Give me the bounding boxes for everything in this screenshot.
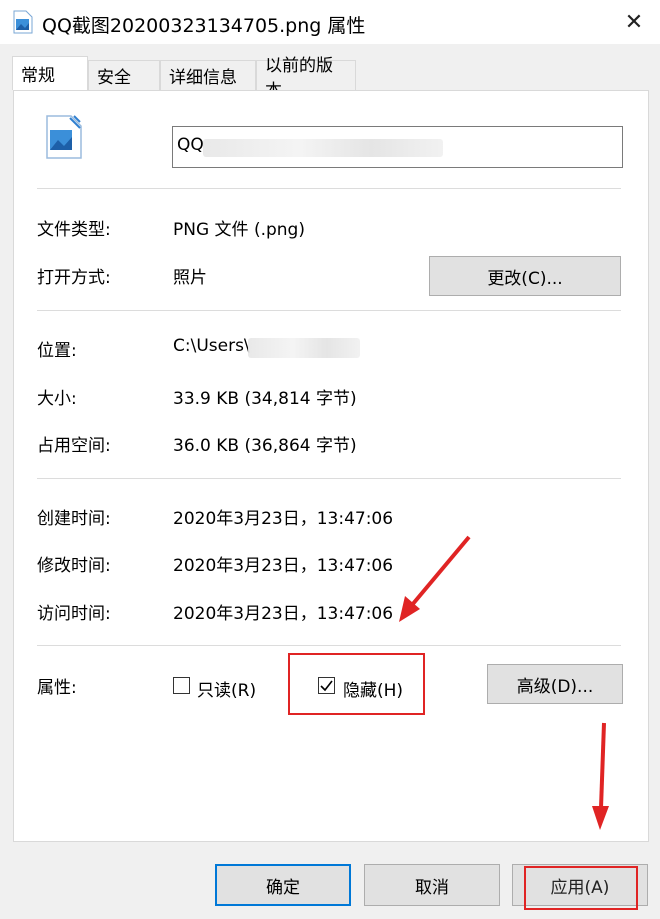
annotation-arrows bbox=[399, 535, 609, 830]
annotation-arrow-line-2 bbox=[599, 722, 606, 809]
annotation-arrow-line-1 bbox=[410, 535, 471, 607]
annotation-highlight-apply bbox=[524, 866, 638, 910]
ok-button[interactable]: 确定 bbox=[215, 864, 351, 906]
annotation-arrowhead-2 bbox=[592, 806, 609, 830]
cancel-button[interactable]: 取消 bbox=[364, 864, 500, 906]
tab-general[interactable]: 常规 bbox=[12, 56, 88, 90]
